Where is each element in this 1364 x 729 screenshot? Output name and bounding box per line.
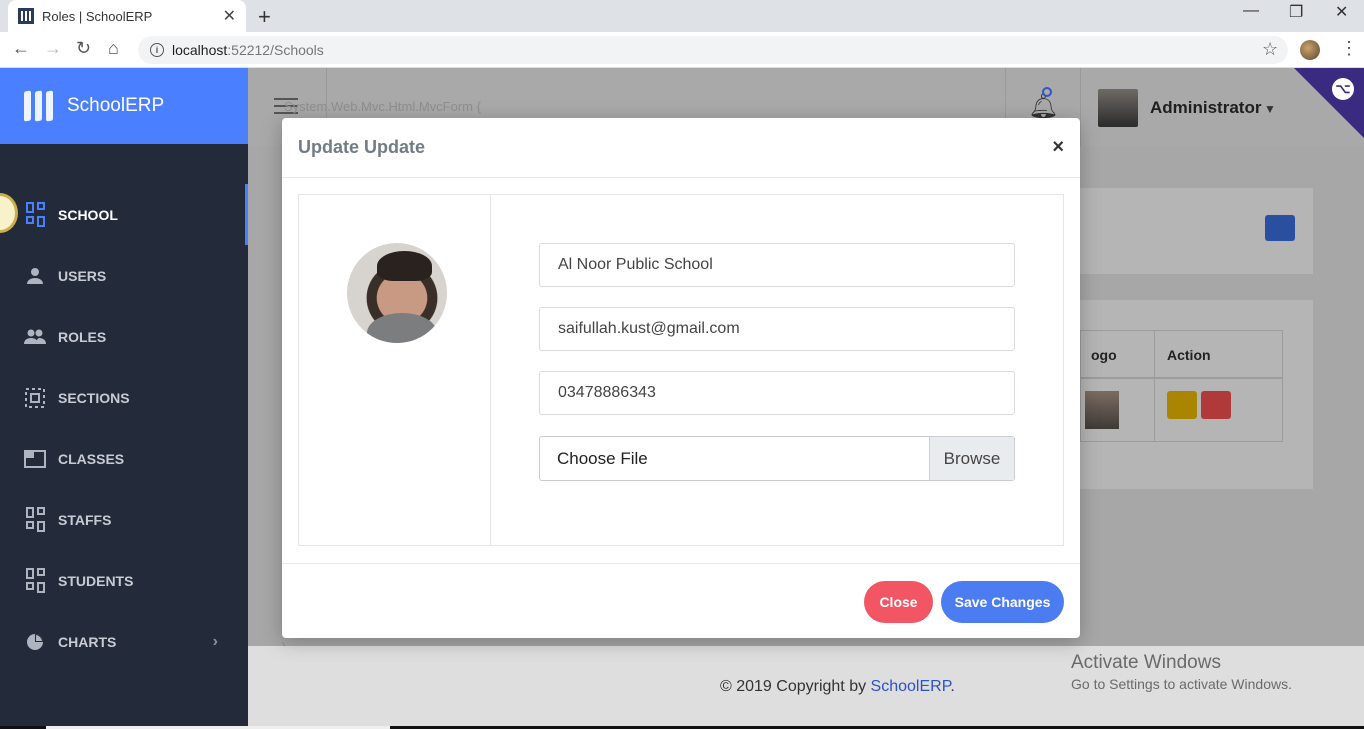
window-icon [24,449,46,469]
reload-icon[interactable]: ↻ [76,38,91,59]
forward-arrow-icon[interactable]: → [44,38,62,59]
notification-dot [1042,87,1052,97]
schools-table: ogo Action [1080,330,1283,442]
column-header-action: Action [1167,347,1211,363]
user-name[interactable]: Administrator [1150,98,1261,118]
browser-tab-strip: Roles | SchoolERP ✕ + — ❐ ✕ [0,0,1364,32]
restore-window-icon[interactable]: ❐ [1289,2,1303,22]
group-icon [24,327,46,347]
sidebar-item-label: CLASSES [58,450,125,467]
sidebar-item-roles[interactable]: ROLES [0,306,248,367]
bookmark-star-icon[interactable]: ☆ [1262,39,1278,60]
dashboard-grid-icon [24,568,46,593]
sidebar-item-label: ROLES [58,328,107,345]
dashboard-grid-icon [24,507,46,532]
sidebar-item-users[interactable]: USERS [0,245,248,306]
modal-body: Al Noor Public School saifullah.kust@gma… [298,194,1064,546]
browser-toolbar: ← → ↻ ⌂ i localhost:52212/Schools ☆ ⋮ [0,32,1364,68]
avatar[interactable] [1098,89,1138,127]
table-card: ogo Action [1066,300,1313,489]
schoolerp-logo-icon [24,90,53,122]
modal-title: Update Update [298,137,426,157]
sidebar-item-staffs[interactable]: STAFFS [0,489,248,550]
user-icon [24,266,46,286]
sidebar-item-label: SCHOOL [58,206,118,223]
phone-field[interactable]: 03478886343 [539,371,1015,415]
windows-activation-watermark: Activate Windows Go to Settings to activ… [1071,652,1292,692]
school-logo-preview [347,243,447,343]
browser-profile-avatar[interactable] [1300,40,1320,60]
sidebar-item-label: STUDENTS [58,572,134,589]
browse-button[interactable]: Browse [929,437,1014,480]
close-window-icon[interactable]: ✕ [1335,2,1348,22]
back-arrow-icon[interactable]: ← [12,38,30,59]
chevron-right-icon: › [212,632,218,650]
footer: © 2019 Copyright by SchoolERP. Activate … [248,646,1364,726]
sidebar-item-label: STAFFS [58,511,112,528]
form-debug-text: System.Web.Mvc.Html.MvcForm { [284,99,481,114]
sidebar-item-charts[interactable]: CHARTS › [0,611,248,672]
sidebar: SchoolERP SCHOOL USERS ROLES SECTIONS CL… [0,68,248,729]
brand-name: SchoolERP [67,95,165,116]
site-info-icon[interactable]: i [150,43,164,57]
home-icon[interactable]: ⌂ [108,38,119,59]
sidebar-item-school[interactable]: SCHOOL [0,184,248,245]
schoolerp-favicon-icon [18,8,34,24]
address-bar[interactable]: i localhost:52212/Schools [138,36,1288,64]
sidebar-item-students[interactable]: STUDENTS [0,550,248,611]
tab-title: Roles | SchoolERP [42,8,153,24]
update-school-modal: Update Update × Al Noor Public School sa… [282,118,1080,638]
browser-tab[interactable]: Roles | SchoolERP ✕ [8,0,246,32]
column-header-logo: ogo [1091,347,1117,363]
github-corner[interactable] [1294,68,1364,138]
email-field[interactable]: saifullah.kust@gmail.com [539,307,1015,351]
sidebar-menu: SCHOOL USERS ROLES SECTIONS CLASSES STAF… [0,144,248,672]
file-input-label[interactable]: Choose File [540,437,929,480]
copyright-text: © 2019 Copyright by SchoolERP. [720,678,955,695]
sidebar-item-label: SECTIONS [58,389,130,406]
delete-button[interactable] [1201,391,1231,419]
add-school-button[interactable] [1265,215,1295,241]
edit-button[interactable] [1167,391,1197,419]
url-path: :52212/Schools [227,42,324,58]
minimize-window-icon[interactable]: — [1243,2,1259,20]
save-changes-button[interactable]: Save Changes [941,581,1064,623]
logo-file-input[interactable]: Choose File Browse [539,436,1015,481]
browser-menu-icon[interactable]: ⋮ [1340,38,1358,59]
photo-column [299,195,491,545]
pie-chart-icon [24,632,46,652]
selection-icon [24,387,46,408]
dashboard-grid-icon [24,202,46,227]
close-button[interactable]: Close [864,581,933,623]
notification-bell-icon[interactable]: 🔔︎ [1028,92,1058,121]
school-logo-thumbnail [1085,391,1119,429]
sidebar-item-classes[interactable]: CLASSES [0,428,248,489]
sidebar-item-label: CHARTS [58,633,117,650]
github-icon[interactable]: ⌥ [1332,78,1354,100]
copyright-link[interactable]: SchoolERP [871,678,951,695]
close-tab-icon[interactable]: ✕ [223,6,236,26]
modal-header: Update Update × [282,118,1080,178]
brand-header[interactable]: SchoolERP [0,68,248,144]
sidebar-item-sections[interactable]: SECTIONS [0,367,248,428]
header-card [1066,188,1313,274]
sidebar-item-label: USERS [58,267,107,284]
new-tab-button[interactable]: + [258,4,271,30]
url-host: localhost [172,42,228,58]
school-name-field[interactable]: Al Noor Public School [539,243,1015,287]
close-icon[interactable]: × [1052,136,1064,159]
caret-down-icon[interactable]: ▼ [1264,102,1276,116]
modal-footer: Close Save Changes [282,563,1080,638]
header-divider [1080,68,1081,146]
